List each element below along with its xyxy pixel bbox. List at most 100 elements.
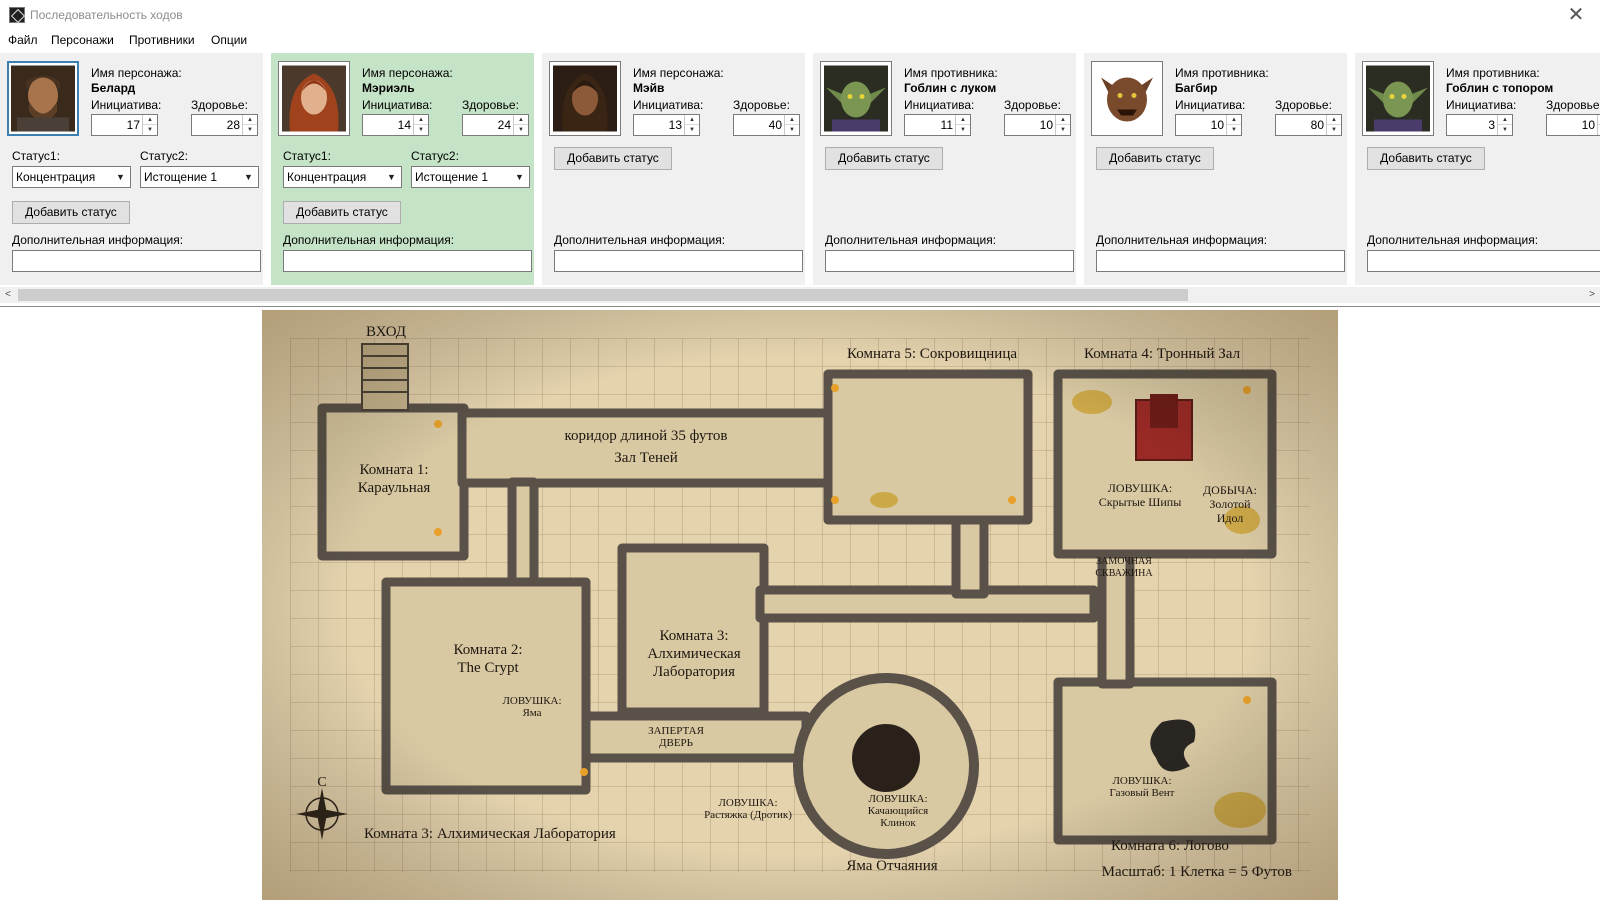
- status2-label: Статус2:: [411, 149, 459, 163]
- spin-down-icon[interactable]: ▼: [685, 125, 699, 135]
- initiative-stepper[interactable]: 17 ▲ ▼: [91, 114, 158, 136]
- add-status-button[interactable]: Добавить статус: [825, 147, 943, 170]
- health-value: 80: [1310, 118, 1324, 132]
- status2-value: Истощение 1: [144, 170, 218, 184]
- dark-haired-woman-portrait: [553, 65, 617, 132]
- map-scale-label: Масштаб: 1 Клетка = 5 Футов: [1102, 864, 1292, 880]
- initiative-value: 17: [126, 118, 140, 132]
- character-card-active: Имя персонажа: Мэриэль Инициатива: Здоро…: [271, 53, 534, 285]
- chevron-down-icon: ▼: [387, 172, 396, 182]
- map-pit-name-label: Яма Отчаяния: [846, 858, 937, 874]
- status1-select[interactable]: Концентрация ▼: [12, 166, 131, 188]
- spin-down-icon[interactable]: ▼: [785, 125, 799, 135]
- close-icon[interactable]: ✕: [1564, 2, 1588, 28]
- map-bottom-label: Комната 3: Алхимическая Лаборатория: [364, 826, 616, 842]
- initiative-value: 10: [1210, 118, 1224, 132]
- health-stepper[interactable]: 24 ▲ ▼: [462, 114, 529, 136]
- extra-info-input[interactable]: [12, 250, 261, 272]
- add-status-button[interactable]: Добавить статус: [554, 147, 672, 170]
- add-status-button[interactable]: Добавить статус: [283, 201, 401, 224]
- chevron-right-icon[interactable]: >: [1584, 287, 1600, 303]
- initiative-stepper[interactable]: 11 ▲ ▼: [904, 114, 971, 136]
- extra-info-input[interactable]: [825, 250, 1074, 272]
- spin-up-icon[interactable]: ▲: [785, 115, 799, 125]
- spin-down-icon[interactable]: ▼: [1327, 125, 1341, 135]
- health-stepper[interactable]: 10 ▲▼: [1546, 114, 1600, 136]
- horizontal-scrollbar[interactable]: < >: [0, 287, 1600, 303]
- portrait-image[interactable]: [1091, 61, 1163, 136]
- spin-down-icon[interactable]: ▼: [956, 125, 970, 135]
- dungeon-map[interactable]: ВХОД Комната 1: Караульная коридор длиной…: [262, 310, 1338, 900]
- spin-down-icon[interactable]: ▼: [243, 125, 257, 135]
- spin-up-icon[interactable]: ▲: [143, 115, 157, 125]
- status2-label: Статус2:: [140, 149, 188, 163]
- initiative-stepper[interactable]: 10 ▲ ▼: [1175, 114, 1242, 136]
- scrollbar-thumb[interactable]: [18, 289, 1188, 301]
- initiative-stepper[interactable]: 14 ▲ ▼: [362, 114, 429, 136]
- health-stepper[interactable]: 28 ▲ ▼: [191, 114, 258, 136]
- spin-up-icon[interactable]: ▲: [956, 115, 970, 125]
- character-card: Имя персонажа: Мэйв Инициатива: Здоровье…: [542, 53, 805, 285]
- spin-down-icon[interactable]: ▼: [1227, 125, 1241, 135]
- health-value: 24: [497, 118, 511, 132]
- portrait-image[interactable]: [278, 61, 350, 136]
- status1-select[interactable]: Концентрация ▼: [283, 166, 402, 188]
- map-entrance-label: ВХОД: [366, 324, 406, 340]
- add-status-button[interactable]: Добавить статус: [12, 201, 130, 224]
- health-label: Здоровье:: [191, 98, 248, 112]
- extra-info-label: Дополнительная информация:: [554, 233, 726, 247]
- extra-info-label: Дополнительная информация:: [12, 233, 184, 247]
- initiative-panel: Имя персонажа: Белард Инициатива: Здоров…: [0, 50, 1600, 287]
- spin-up-icon[interactable]: ▲: [243, 115, 257, 125]
- menu-enemies[interactable]: Противники: [129, 33, 195, 47]
- portrait-image[interactable]: [7, 61, 79, 136]
- status2-select[interactable]: Истощение 1 ▼: [411, 166, 530, 188]
- portrait-image[interactable]: [820, 61, 892, 136]
- extra-info-input[interactable]: [1367, 250, 1600, 272]
- menu-file[interactable]: Файл: [8, 33, 38, 47]
- menu-options[interactable]: Опции: [211, 33, 247, 47]
- status2-select[interactable]: Истощение 1 ▼: [140, 166, 259, 188]
- spin-up-icon[interactable]: ▲: [414, 115, 428, 125]
- character-name: Мэриэль: [362, 81, 415, 95]
- spin-up-icon[interactable]: ▲: [514, 115, 528, 125]
- add-status-button[interactable]: Добавить статус: [1096, 147, 1214, 170]
- name-label: Имя персонажа:: [633, 66, 724, 80]
- health-value: 10: [1039, 118, 1053, 132]
- extra-info-input[interactable]: [283, 250, 532, 272]
- health-stepper[interactable]: 40 ▲ ▼: [733, 114, 800, 136]
- spin-up-icon[interactable]: ▲: [1056, 115, 1070, 125]
- chevron-left-icon[interactable]: <: [0, 287, 16, 303]
- health-stepper[interactable]: 10 ▲▼: [1004, 114, 1071, 136]
- portrait-image[interactable]: [549, 61, 621, 136]
- spin-up-icon[interactable]: ▲: [1327, 115, 1341, 125]
- spin-down-icon[interactable]: ▼: [143, 125, 157, 135]
- initiative-label: Инициатива:: [633, 98, 704, 112]
- spin-down-icon[interactable]: ▼: [1498, 125, 1512, 135]
- status1-value: Концентрация: [287, 170, 367, 184]
- spin-down-icon[interactable]: ▼: [514, 125, 528, 135]
- health-stepper[interactable]: 80 ▲ ▼: [1275, 114, 1342, 136]
- portrait-image[interactable]: [1362, 61, 1434, 136]
- extra-info-input[interactable]: [554, 250, 803, 272]
- initiative-label: Инициатива:: [1175, 98, 1246, 112]
- menu-characters[interactable]: Персонажи: [51, 33, 114, 47]
- map-trap-gas-label: ЛОВУШКА: Газовый Вент: [1110, 775, 1175, 799]
- health-value: 40: [768, 118, 782, 132]
- enemy-name: Гоблин с топором: [1446, 81, 1554, 95]
- spin-up-icon[interactable]: ▲: [685, 115, 699, 125]
- health-label: Здоровье:: [1275, 98, 1332, 112]
- initiative-stepper[interactable]: 3 ▲ ▼: [1446, 114, 1513, 136]
- initiative-label: Инициатива:: [904, 98, 975, 112]
- spin-down-icon[interactable]: ▼: [1056, 125, 1070, 135]
- extra-info-input[interactable]: [1096, 250, 1345, 272]
- spin-up-icon[interactable]: ▲: [1227, 115, 1241, 125]
- status2-value: Истощение 1: [415, 170, 489, 184]
- map-room4-label: Комната 4: Тронный Зал: [1084, 346, 1241, 362]
- initiative-stepper[interactable]: 13 ▲ ▼: [633, 114, 700, 136]
- spin-up-icon[interactable]: ▲: [1498, 115, 1512, 125]
- spin-down-icon[interactable]: ▼: [414, 125, 428, 135]
- map-pane: ВХОД Комната 1: Караульная коридор длиной…: [0, 306, 1600, 900]
- add-status-button[interactable]: Добавить статус: [1367, 147, 1485, 170]
- name-label: Имя противника:: [904, 66, 998, 80]
